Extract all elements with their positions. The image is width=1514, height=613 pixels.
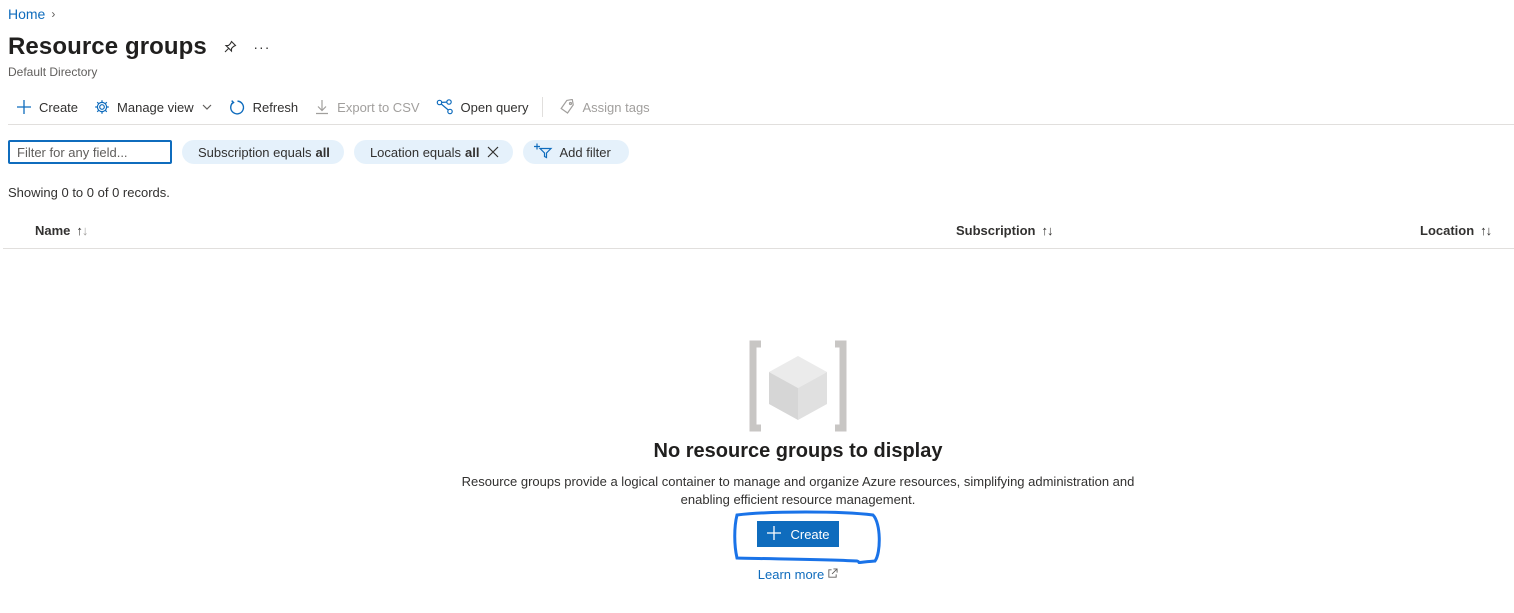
sort-icon: ↑↓ — [76, 223, 88, 238]
resource-group-cube-icon — [749, 340, 847, 432]
filter-bar: Subscription equals all Location equals … — [8, 140, 629, 164]
gear-icon — [94, 99, 110, 115]
manage-view-label: Manage view — [117, 99, 194, 115]
create-command-label: Create — [39, 99, 79, 115]
open-query-button[interactable]: Open query — [428, 94, 537, 120]
assign-tags-label: Assign tags — [582, 99, 650, 115]
create-command-button[interactable]: Create — [8, 94, 86, 120]
toolbar-divider-line — [8, 124, 1514, 125]
chevron-right-icon: › — [51, 7, 56, 21]
subscription-filter-value: all — [315, 144, 330, 160]
add-filter-icon — [533, 143, 553, 162]
more-options-icon[interactable]: ··· — [251, 36, 273, 58]
breadcrumb-home-link[interactable]: Home — [8, 6, 45, 22]
title-row: Resource groups ··· — [8, 33, 273, 61]
subscription-filter-label: Subscription equals — [198, 144, 312, 160]
export-csv-label: Export to CSV — [337, 99, 420, 115]
plus-icon — [766, 525, 782, 544]
download-icon — [314, 99, 330, 115]
subscription-filter-pill[interactable]: Subscription equals all — [182, 140, 344, 164]
resource-groups-page: Home › Resource groups ··· Default Direc… — [0, 0, 1514, 613]
page-subtitle: Default Directory — [8, 65, 98, 79]
page-title: Resource groups — [8, 33, 207, 60]
tag-icon — [559, 99, 575, 115]
records-count: Showing 0 to 0 of 0 records. — [8, 185, 170, 200]
location-filter-label: Location equals — [369, 144, 462, 160]
export-csv-button[interactable]: Export to CSV — [306, 94, 427, 120]
pin-icon[interactable] — [219, 36, 241, 58]
location-filter-value: all — [465, 144, 480, 160]
refresh-button[interactable]: Refresh — [221, 94, 307, 120]
create-button-wrapper: Create — [733, 510, 882, 564]
close-icon[interactable] — [487, 146, 499, 158]
sort-icon: ↑↓ — [1041, 223, 1053, 238]
open-query-label: Open query — [460, 99, 529, 115]
query-graph-icon — [436, 99, 454, 115]
empty-state-description: Resource groups provide a logical contai… — [461, 474, 1135, 507]
filter-search-input[interactable] — [8, 140, 172, 164]
learn-more-label: Learn more — [757, 567, 825, 582]
column-header-label: Location — [1420, 223, 1475, 238]
column-header-name[interactable]: Name ↑↓ — [35, 223, 88, 238]
toolbar-divider — [542, 97, 544, 117]
empty-state-title: No resource groups to display — [653, 440, 943, 462]
create-resource-group-button[interactable]: Create — [757, 521, 839, 547]
breadcrumb: Home › — [8, 6, 55, 22]
add-filter-label: Add filter — [559, 144, 611, 160]
location-filter-pill[interactable]: Location equals all — [353, 140, 514, 164]
plus-icon — [16, 99, 32, 115]
refresh-label: Refresh — [252, 99, 299, 115]
table-header: Name ↑↓ Subscription ↑↓ Location ↑↓ — [3, 218, 1514, 249]
empty-state: No resource groups to display Resource g… — [0, 340, 1514, 582]
column-header-location[interactable]: Location ↑↓ — [1420, 223, 1492, 238]
add-filter-button[interactable]: Add filter — [523, 140, 629, 164]
command-bar: Create Manage view Refresh Export to CSV… — [8, 94, 658, 120]
external-link-icon — [827, 567, 838, 582]
create-button-label: Create — [790, 526, 830, 542]
chevron-down-icon — [201, 101, 213, 113]
manage-view-button[interactable]: Manage view — [86, 94, 221, 120]
assign-tags-button[interactable]: Assign tags — [551, 94, 657, 120]
sort-icon: ↑↓ — [1480, 223, 1492, 238]
column-header-label: Name — [35, 223, 71, 238]
column-header-subscription[interactable]: Subscription ↑↓ — [956, 223, 1053, 238]
column-header-label: Subscription — [956, 223, 1036, 238]
refresh-icon — [229, 99, 246, 116]
learn-more-link[interactable]: Learn more — [758, 567, 838, 582]
